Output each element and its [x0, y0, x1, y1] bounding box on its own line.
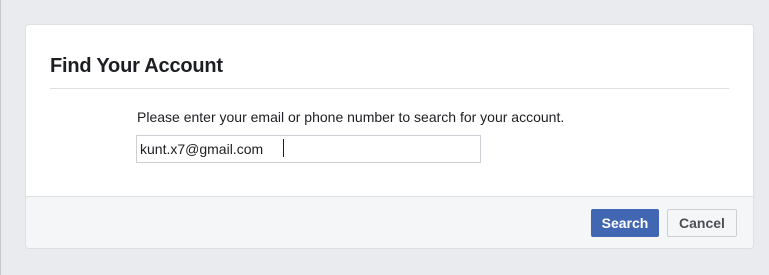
dialog-footer: Search Cancel	[26, 196, 753, 248]
text-cursor	[283, 139, 284, 157]
page-left-edge	[0, 0, 1, 275]
search-button[interactable]: Search	[591, 209, 659, 237]
cancel-button[interactable]: Cancel	[667, 209, 737, 237]
find-account-dialog: Find Your Account Please enter your emai…	[25, 24, 754, 249]
email-or-phone-input[interactable]	[136, 135, 481, 163]
instructions-text: Please enter your email or phone number …	[137, 109, 565, 125]
dialog-header: Find Your Account	[50, 25, 729, 89]
dialog-title: Find Your Account	[50, 55, 223, 77]
